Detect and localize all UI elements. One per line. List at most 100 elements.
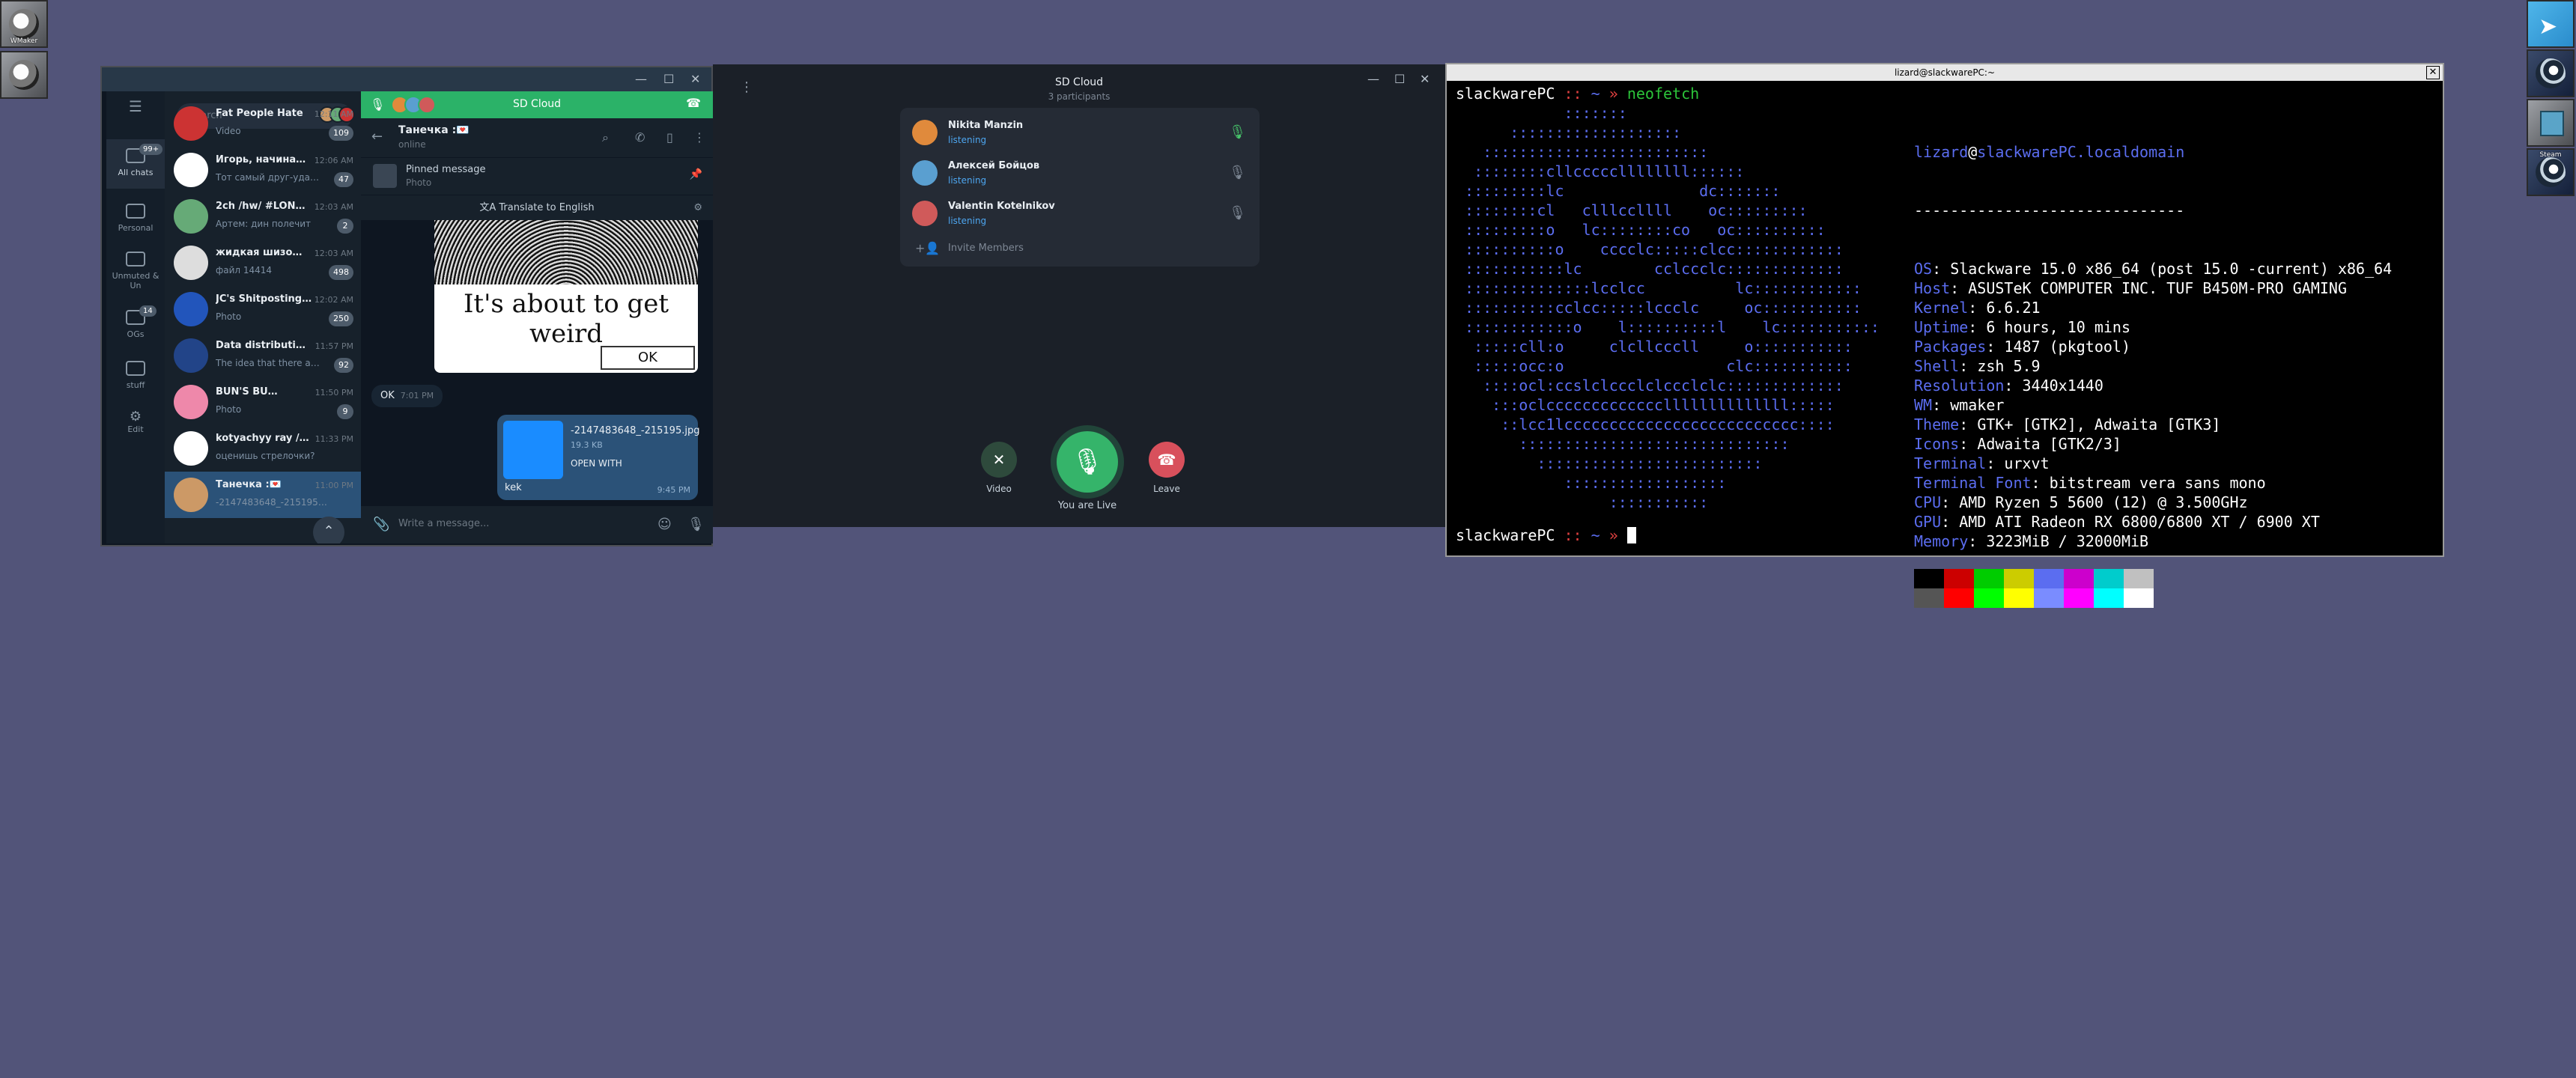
rail-menu[interactable]: ☰ (106, 99, 165, 129)
voice-mic-icon[interactable]: 🎙 (687, 517, 705, 532)
color-swatch (2124, 569, 2154, 588)
chat-list-item[interactable]: BUN'S BU… 11:50 PM Photo 9 (165, 379, 361, 425)
slackware-ascii-logo: ::::::: ::::::::::::::::::: ::::::::::::… (1456, 103, 1880, 512)
mic-icon[interactable]: 🎙 (1229, 205, 1246, 221)
color-swatch (1914, 588, 1944, 608)
close-icon[interactable]: ✕ (1420, 72, 1430, 86)
more-icon[interactable]: ⋮ (693, 130, 705, 144)
participant-row[interactable]: Алексей Бойцов listening 🎙 (900, 153, 1260, 192)
mic-icon[interactable]: 🎙 (1229, 124, 1246, 140)
rail-folder-ogs[interactable]: 14 OGs (106, 304, 165, 346)
chat-list-item[interactable]: Fat People Hate 12:11 AM Video 109 (165, 100, 361, 147)
participant-row[interactable]: Nikita Manzin listening 🎙 (900, 112, 1260, 151)
chat-list-item[interactable]: Игорь, начина… 12:06 AM Тот самый друг-уда… (165, 147, 361, 193)
leave-button[interactable]: ☎ Leave (1144, 442, 1189, 494)
terminal-titlebar[interactable]: lizard@slackwarePC:~ ✕ (1447, 64, 2443, 81)
info-row: OS: Slackware 15.0 x86_64 (post 15.0 -cu… (1914, 260, 2393, 278)
pinned-message[interactable]: Pinned message Photo 📌 (361, 157, 713, 195)
logo-line: :::::::::lc dc::::::: (1456, 182, 1781, 200)
box-dock-icon[interactable] (2527, 99, 2575, 147)
chat-preview: файл 14414 (216, 265, 273, 275)
chat-list-item[interactable]: Data distributi… 11:57 PM The idea that th… (165, 332, 361, 379)
steam-icon (2536, 58, 2566, 88)
logo-line: :::::occ:o clc::::::::::: (1456, 357, 1853, 375)
info-row: Uptime: 6 hours, 10 mins (1914, 318, 2130, 336)
chat-list-item[interactable]: Танечка :💌 11:00 PM -2147483648_-215195.jp… (165, 472, 361, 518)
emoji-icon[interactable]: ☺ (657, 517, 672, 532)
chat-list-item[interactable]: kotyachyy ray /… 11:33 PM оценишь стрелочк… (165, 425, 361, 472)
avatar (174, 431, 208, 466)
color-swatch (2094, 588, 2124, 608)
color-palette-bottom (1914, 588, 2154, 608)
phone-icon[interactable]: ✆ (635, 130, 645, 144)
chat-header[interactable]: ← Танечка :💌 online ⌕ ✆ ▯ ⋮ (361, 118, 713, 157)
chat-list-item[interactable]: JC's Shitposting… 12:02 AM Photo 250 (165, 286, 361, 332)
logo-line: ::::::::::: (1456, 493, 1709, 511)
participant-status: listening (948, 175, 987, 186)
invite-members-button[interactable]: Invite Members (948, 243, 1024, 254)
rail-edit[interactable]: ⚙ Edit (106, 406, 165, 448)
mic-icon[interactable]: 🎙 (1229, 165, 1246, 180)
pin-icon[interactable]: 📌 (690, 168, 702, 180)
info-row: Terminal Font: bitstream vera sans mono (1914, 474, 2266, 492)
open-with-link[interactable]: OPEN WITH (571, 458, 622, 469)
chat-time: 12:03 AM (314, 249, 353, 258)
color-swatch (1974, 588, 2004, 608)
attach-icon[interactable]: 📎 (373, 517, 389, 532)
image-message[interactable]: It's about to get weird OK (434, 220, 698, 373)
chat-name: Data distributi… (216, 340, 306, 351)
clip-icon (9, 60, 39, 90)
terminal-output[interactable]: slackwarePC :: ~ » neofetch ::::::: ::::… (1456, 84, 2437, 608)
maximize-icon[interactable]: ☐ (663, 72, 674, 86)
chat-time: 11:33 PM (315, 434, 353, 444)
logo-line: ::::ocl:ccslclccclclccclclc::::::::::::: (1456, 377, 1844, 395)
clip-dock-icon[interactable] (0, 51, 48, 99)
voice-chat-subtitle: 3 participants (1048, 91, 1111, 102)
telegram-titlebar[interactable]: — ☐ ✕ (102, 67, 711, 91)
maximize-icon[interactable]: ☐ (1394, 72, 1405, 86)
telegram-icon: ➤ (2539, 13, 2558, 40)
settings-icon[interactable]: ⚙ (693, 195, 702, 221)
logo-line: ::::::::::o cccclc:::::clcc:::::::::::: (1456, 240, 1844, 258)
rail-folder-all-chats[interactable]: 99+ All chats (106, 139, 165, 189)
color-swatch (1944, 569, 1974, 588)
minimize-icon[interactable]: — (1367, 72, 1379, 86)
sidebar-icon[interactable]: ▯ (666, 130, 673, 144)
back-arrow-icon[interactable]: ← (371, 129, 383, 144)
steam2-dock-icon[interactable]: Steam (2527, 148, 2575, 196)
steam-dock-icon[interactable] (2527, 49, 2575, 97)
telegram-dock-icon[interactable]: ➤ (2527, 0, 2575, 48)
rail-folder-stuff[interactable]: stuff (106, 355, 165, 397)
participant-status: listening (948, 216, 987, 226)
wmaker-dock-icon[interactable]: WMaker (0, 0, 48, 48)
participants-list: Nikita Manzin listening 🎙 Алексей Бойцов lis… (900, 108, 1260, 267)
mic-live-button[interactable]: 🎙 You are Live (1042, 431, 1132, 511)
message-input[interactable]: Write a message... (398, 518, 489, 529)
box-icon (2540, 111, 2564, 136)
call-bar[interactable]: 🎙 SD Cloud ☎ (361, 91, 713, 118)
minimize-icon[interactable]: — (635, 72, 647, 86)
participant-row[interactable]: Valentin Kotelnikov listening 🎙 (900, 193, 1260, 232)
chat-list-item[interactable]: 2ch /hw/ #LON… 12:03 AM Артем: дин полечит… (165, 193, 361, 240)
rail-folder-personal[interactable]: Personal (106, 198, 165, 240)
rail-folder-unmuted[interactable]: Unmuted & Un (106, 246, 165, 298)
chat-list-item[interactable]: жидкая шизо… 12:03 AM файл 14414 498 (165, 240, 361, 286)
video-button[interactable]: ✕ Video (976, 442, 1021, 494)
color-swatch (2004, 588, 2034, 608)
scroll-up-button[interactable]: ⌃ (313, 517, 344, 543)
hangup-icon[interactable]: ☎ (686, 96, 701, 110)
image-scribble (434, 220, 698, 284)
terminal-window[interactable]: lizard@slackwarePC:~ ✕ slackwarePC :: ~ … (1445, 63, 2444, 608)
outgoing-file-message[interactable]: -2147483648_-215195.jpg 19.3 KB OPEN WIT… (497, 415, 699, 500)
translate-bar[interactable]: 文A Translate to English ⚙ (361, 195, 713, 220)
logo-line: ::::::::cl clllccllll oc::::::::: (1456, 201, 1808, 219)
color-swatch (2064, 588, 2094, 608)
incoming-message[interactable]: OK 7:01 PM (371, 385, 443, 407)
steam-icon (2536, 157, 2566, 187)
close-icon[interactable]: ✕ (690, 72, 700, 86)
close-icon[interactable]: ✕ (2426, 66, 2440, 79)
search-icon[interactable]: ⌕ (602, 130, 609, 145)
info-row: Memory: 3223MiB / 32000MiB (1914, 532, 2149, 550)
file-icon[interactable] (503, 421, 563, 479)
chat-name: JC's Shitposting… (216, 293, 312, 305)
